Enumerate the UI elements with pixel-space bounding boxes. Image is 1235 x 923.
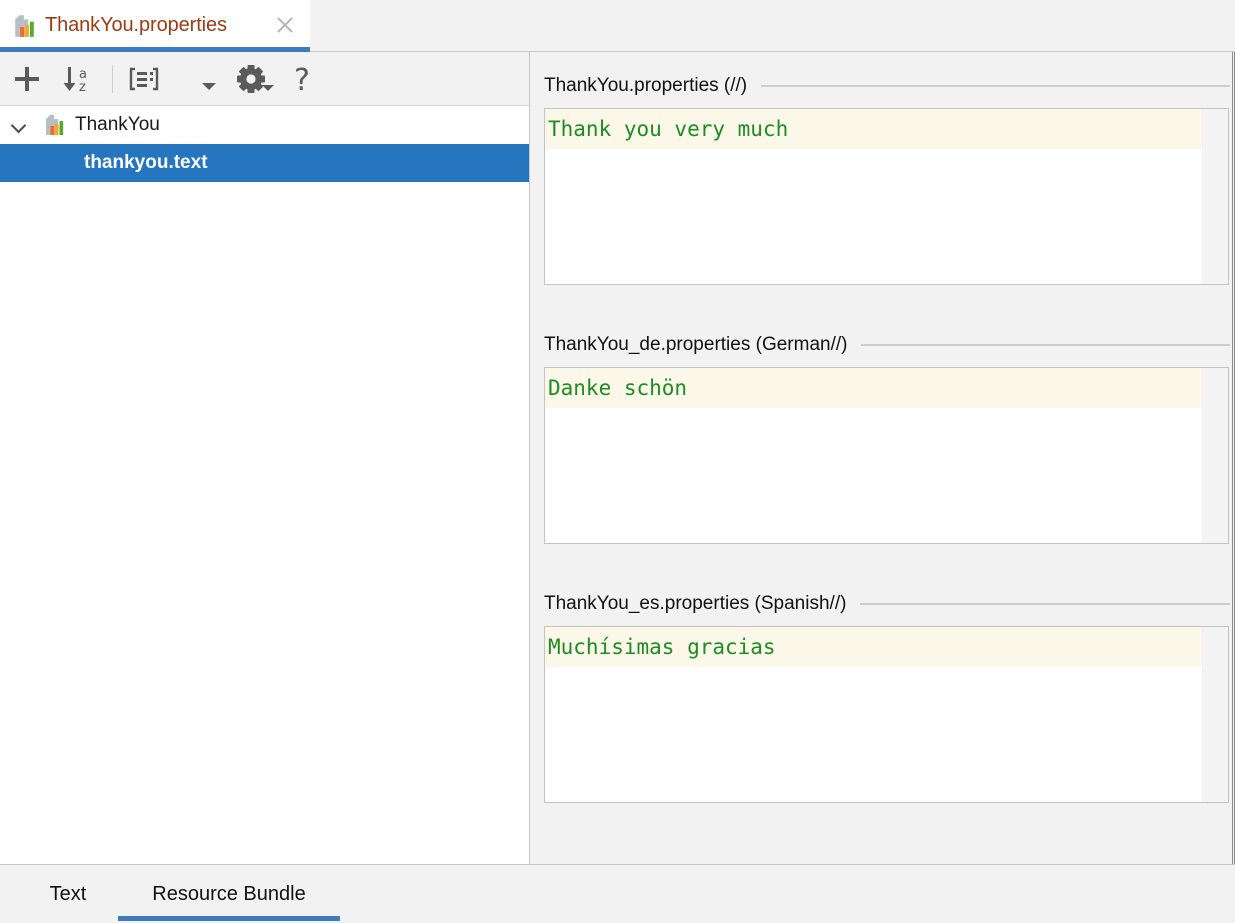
section-divider bbox=[861, 344, 1230, 346]
group-dropdown-button[interactable] bbox=[202, 83, 216, 90]
editor-scroll-gutter[interactable] bbox=[1202, 627, 1228, 802]
locale-section-title: ThankYou_de.properties (German//) bbox=[544, 334, 848, 355]
tab-text-label: Text bbox=[49, 882, 87, 905]
locale-section-header: ThankYou_es.properties (Spanish//) bbox=[531, 582, 1234, 626]
gear-icon bbox=[237, 65, 265, 93]
locale-section-header: ThankYou_de.properties (German//) bbox=[531, 323, 1234, 367]
pane-right-border bbox=[1232, 52, 1233, 864]
help-button[interactable]: ? bbox=[283, 60, 321, 98]
resource-bundle-editor-window: ThankYou.properties a z ? ThankYou thank… bbox=[0, 0, 1235, 923]
properties-toolbar: a z ? bbox=[0, 52, 529, 106]
editor-scroll-gutter[interactable] bbox=[1202, 368, 1228, 543]
locale-section-default: ThankYou.properties (//) Thank you very … bbox=[531, 64, 1234, 285]
settings-button[interactable] bbox=[232, 60, 270, 98]
sort-alphabetically-button[interactable]: a z bbox=[59, 60, 97, 98]
editor-tab-thankyou-properties[interactable]: ThankYou.properties bbox=[0, 0, 310, 51]
editor-mode-tab-bar: Text Resource Bundle bbox=[0, 864, 1235, 923]
value-editor-line: Thank you very much bbox=[545, 109, 1202, 149]
properties-tree-pane: a z ? ThankYou thankyou.text bbox=[0, 52, 530, 864]
value-editor-spanish[interactable]: Muchísimas gracias bbox=[544, 626, 1229, 803]
tree-row-bundle-root[interactable]: ThankYou bbox=[0, 106, 529, 144]
tab-text[interactable]: Text bbox=[38, 865, 98, 923]
svg-text:?: ? bbox=[294, 63, 310, 98]
toolbar-separator bbox=[112, 65, 113, 93]
editor-scroll-gutter[interactable] bbox=[1202, 109, 1228, 284]
locale-section-spanish: ThankYou_es.properties (Spanish//) Muchí… bbox=[531, 582, 1234, 803]
value-editor-default[interactable]: Thank you very much bbox=[544, 108, 1229, 285]
properties-tree[interactable]: ThankYou thankyou.text bbox=[0, 106, 529, 863]
editor-tab-label: ThankYou.properties bbox=[45, 14, 227, 36]
tab-resource-bundle-label: Resource Bundle bbox=[152, 882, 306, 905]
value-editor-line: Muchísimas gracias bbox=[545, 627, 1202, 667]
value-editor-text-area[interactable]: Danke schön bbox=[545, 368, 1202, 543]
locale-section-title: ThankYou.properties (//) bbox=[544, 75, 748, 96]
tree-root-label: ThankYou bbox=[75, 114, 160, 135]
locale-section-header: ThankYou.properties (//) bbox=[531, 64, 1234, 108]
locale-section-title: ThankYou_es.properties (Spanish//) bbox=[544, 593, 847, 614]
section-divider bbox=[761, 85, 1230, 87]
add-property-button[interactable] bbox=[8, 60, 46, 98]
settings-dropdown-arrow-icon[interactable] bbox=[262, 85, 274, 91]
resource-bundle-value-pane: ThankYou.properties (//) Thank you very … bbox=[531, 52, 1235, 864]
locale-section-german: ThankYou_de.properties (German//) Danke … bbox=[531, 323, 1234, 544]
section-divider bbox=[860, 603, 1230, 605]
properties-list-icon bbox=[129, 67, 159, 91]
tree-item-label: thankyou.text bbox=[84, 152, 208, 173]
value-editor-german[interactable]: Danke schön bbox=[544, 367, 1229, 544]
value-editor-text-area[interactable]: Thank you very much bbox=[545, 109, 1202, 284]
resource-bundle-icon bbox=[46, 115, 64, 135]
group-by-prefix-button[interactable] bbox=[125, 60, 163, 98]
plus-icon bbox=[15, 67, 39, 91]
tab-resource-bundle[interactable]: Resource Bundle bbox=[118, 865, 340, 923]
value-editor-text-area[interactable]: Muchísimas gracias bbox=[545, 627, 1202, 802]
svg-text:z: z bbox=[79, 80, 86, 95]
chevron-down-icon[interactable] bbox=[12, 118, 26, 132]
tree-row-property-key[interactable]: thankyou.text bbox=[0, 144, 529, 182]
editor-split-area: a z ? ThankYou thankyou.text ThankYou.pr… bbox=[0, 52, 1235, 864]
value-editor-line: Danke schön bbox=[545, 368, 1202, 408]
close-icon[interactable] bbox=[274, 14, 296, 36]
sort-az-icon: a z bbox=[63, 67, 87, 95]
resource-bundle-icon bbox=[15, 14, 34, 37]
question-mark-icon: ? bbox=[294, 63, 310, 98]
editor-tab-bar: ThankYou.properties bbox=[0, 0, 1235, 52]
